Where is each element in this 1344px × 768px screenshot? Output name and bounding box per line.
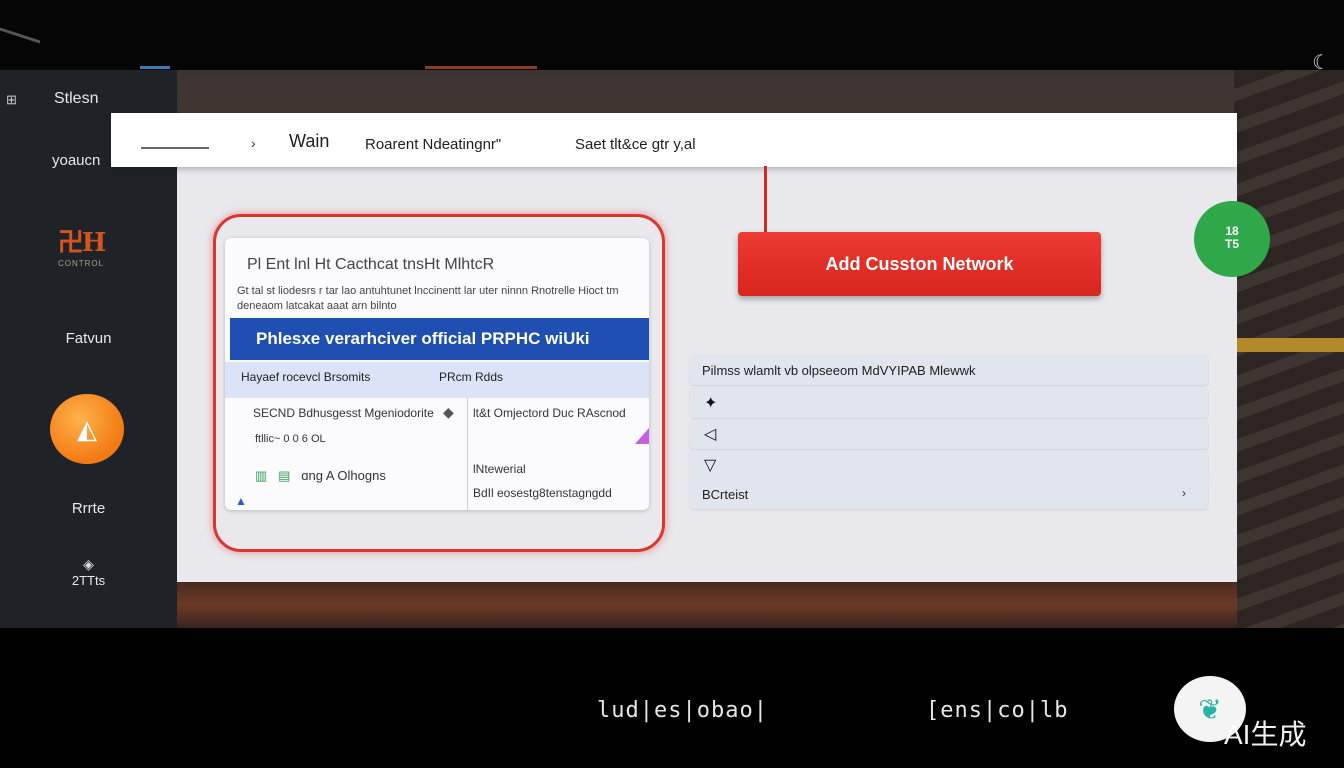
search-underline[interactable] <box>141 147 209 149</box>
chevron-right-icon: › <box>1182 486 1186 500</box>
sidebar-item-rrrte[interactable]: Rrrte <box>0 500 177 517</box>
card-title: Pl Ent lnl Ht Cacthcat tnsHt MlhtcR <box>247 256 495 273</box>
connector-line <box>764 166 767 232</box>
sidebar-item-yoaucn[interactable]: yoaucn <box>52 152 100 169</box>
card-network-label: lNtewerial <box>473 462 526 476</box>
grid-icon[interactable]: ⊞ <box>6 92 17 108</box>
tab-wain[interactable]: Wain <box>289 131 329 152</box>
top-navbar: › Wain Roarent Ndeatingnr" Saet tlt&ce g… <box>111 113 1237 167</box>
app-icon: ❦ <box>1198 693 1222 725</box>
column-header-right[interactable]: PRcm Rdds <box>439 370 503 384</box>
column-divider <box>467 398 468 510</box>
sidebar-item-fatvun[interactable]: Fatvun <box>0 330 177 347</box>
chevron-icon[interactable]: › <box>251 135 256 151</box>
chart-icon[interactable]: ▥ <box>255 468 267 483</box>
shield-icon: ▽ <box>704 457 717 474</box>
bottom-caption-left: lud|es|obao| <box>597 698 768 723</box>
network-card[interactable]: Pl Ent lnl Ht Cacthcat tnsHt MlhtcR Gt t… <box>225 238 649 510</box>
puzzle-icon: ✦ <box>704 395 718 412</box>
add-custom-network-button[interactable]: Add Cusston Network <box>738 232 1101 296</box>
card-action-label[interactable]: ɑng A Olhogns <box>301 468 386 483</box>
corner-marker <box>635 428 649 444</box>
list-item[interactable]: Pilmss wlamlt vb olpseeom MdVYIPAB Mleww… <box>690 355 1208 385</box>
status-badge[interactable]: 18 T5 <box>1194 201 1270 277</box>
card-row-right: lt&t Omjectord Duc RAscnod <box>473 406 626 420</box>
caret-up-icon[interactable]: ▲ <box>235 494 247 508</box>
tab-settings[interactable]: Saet tlt&ce gtr y,al <box>575 136 696 153</box>
card-banner[interactable]: Phlesxe verarhciver official PRPHC wiUki <box>230 318 649 360</box>
list-item-label: BCrteist <box>702 487 749 502</box>
column-header-left[interactable]: Hayaef rocevcl Brsomits <box>241 370 370 384</box>
edit-icon[interactable]: ◆ <box>443 404 454 421</box>
list-item[interactable]: ◁ <box>690 419 1208 449</box>
top-accent-orange <box>425 66 537 69</box>
sidebar-item-2ttts[interactable]: 2TTts <box>0 573 177 588</box>
card-action-row: ▥ ▤ ɑng A Olhogns <box>255 468 386 484</box>
list-item[interactable]: BCrteist › <box>690 479 1208 509</box>
corner-decoration <box>0 27 40 69</box>
diamond-icon: ◈ <box>83 556 94 572</box>
badge-line-2: T5 <box>1224 237 1239 251</box>
screen: ☾ ⊞ Stlesn yoaucn 卍H CONTROL Fatvun ◭ Rr… <box>0 0 1344 768</box>
bottom-caption-right: [ens|co|lb <box>926 698 1069 723</box>
card-subtitle: Gt tal st liodesrs r tar lao antuhtunet … <box>237 285 619 312</box>
list-item-label: Pilmss wlamlt vb olpseeom MdVYIPAB Mleww… <box>702 363 976 378</box>
chart-icon-2[interactable]: ▤ <box>278 468 290 483</box>
list-item[interactable]: ▽ <box>690 450 1208 480</box>
bottom-bar: lud|es|obao| [ens|co|lb ❦ AI生成 <box>0 628 1344 768</box>
pizza-icon: ◭ <box>77 413 97 444</box>
logo-caption: CONTROL <box>57 259 105 268</box>
watermark: AI生成 <box>1224 719 1307 750</box>
tag-icon: ◁ <box>704 426 717 443</box>
tab-recent[interactable]: Roarent Ndeatingnr" <box>365 136 501 153</box>
card-row-left: SECND Bdhusgesst Mgeniodorite <box>253 406 434 420</box>
logo-glyph: 卍H <box>57 228 107 258</box>
background-beam <box>1234 338 1344 352</box>
card-network-value: BdIl eosestg8tenstagngdd <box>473 486 612 500</box>
list-item[interactable]: ✦ <box>690 388 1208 418</box>
sidebar-item-stlesn[interactable]: Stlesn <box>54 90 98 108</box>
sidebar-orb-button[interactable]: ◭ <box>50 394 124 464</box>
top-bar: ☾ <box>0 0 1344 74</box>
sidebar-logo[interactable]: 卍H CONTROL <box>44 222 118 268</box>
card-status-row: ftllic~ 0 0 6 OL <box>255 433 326 445</box>
background-floor <box>176 582 1237 628</box>
top-accent-blue <box>140 66 170 69</box>
